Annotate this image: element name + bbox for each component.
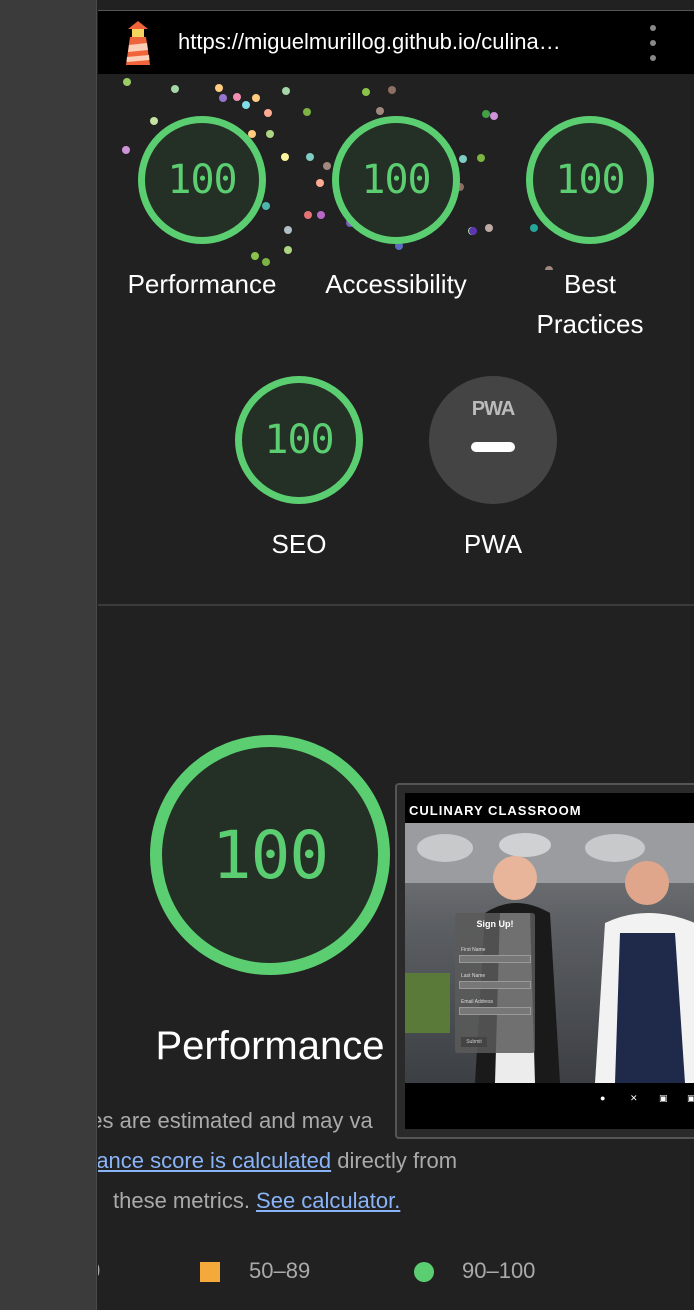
pass-circle-icon bbox=[414, 1262, 434, 1282]
seo-score-label: SEO bbox=[271, 529, 327, 559]
accessibility-score-label: Accessibility bbox=[325, 269, 467, 299]
section-divider bbox=[98, 604, 694, 606]
performance-score-value: 100 bbox=[167, 157, 237, 203]
pwa-not-applicable-dash bbox=[471, 442, 515, 452]
left-sidebar-rail bbox=[0, 0, 97, 1310]
thumbnail-last-name-label: Last Name bbox=[461, 973, 486, 979]
performance-description-line3: these metrics. See calculator. bbox=[113, 1188, 694, 1214]
description-text-3: these metrics. bbox=[113, 1188, 257, 1213]
report-topbar: https://miguelmurillog.github.io/culina… bbox=[98, 10, 694, 74]
pwa-icon: PWA bbox=[471, 398, 516, 420]
seo-score-value: 100 bbox=[264, 417, 334, 463]
description-text-2: directly from bbox=[331, 1148, 458, 1173]
thumbnail-email-label: Email Address bbox=[461, 999, 493, 1005]
average-square-icon bbox=[200, 1262, 220, 1282]
score-calculation-link[interactable]: mance score is calculated bbox=[98, 1148, 331, 1173]
thumbnail-first-name-field bbox=[459, 955, 531, 963]
performance-main-label: Performance bbox=[155, 1024, 385, 1068]
seo-score-gauge[interactable]: 100 bbox=[235, 376, 363, 504]
performance-score-gauge[interactable]: 100 bbox=[138, 116, 266, 244]
best-practices-score-value: 100 bbox=[555, 157, 625, 203]
thumbnail-signup-form: Sign Up! First Name Last Name Email Addr… bbox=[455, 913, 535, 1053]
thumbnail-site-title: CULINARY CLASSROOM bbox=[409, 803, 582, 818]
thumbnail-submit-button: Submit bbox=[461, 1037, 487, 1047]
report-url[interactable]: https://miguelmurillog.github.io/culina… bbox=[178, 29, 613, 55]
best-practices-score-gauge[interactable]: 100 bbox=[526, 116, 654, 244]
final-screenshot-thumbnail[interactable]: CULINARY CLASSROOM Sign Up! First Name L… bbox=[395, 783, 694, 1139]
legend-average-range: 50–89 bbox=[249, 1258, 311, 1283]
thumbnail-form-title: Sign Up! bbox=[476, 919, 514, 929]
thumbnail-chefs-photo bbox=[405, 823, 694, 1083]
description-text-1: ues are estimated and may va bbox=[98, 1108, 373, 1133]
legend-fail-range: 0 bbox=[98, 1258, 100, 1284]
performance-main-score: 100 bbox=[211, 816, 329, 894]
legend-pass-range: 90–100 bbox=[462, 1258, 536, 1283]
thumbnail-first-name-label: First Name bbox=[461, 947, 486, 953]
thumbnail-email-field bbox=[459, 1007, 531, 1015]
see-calculator-link[interactable]: See calculator. bbox=[256, 1188, 400, 1213]
performance-description-line1: ues are estimated and may va bbox=[98, 1108, 694, 1134]
instagram-icon: ▣ bbox=[659, 1093, 668, 1103]
performance-description-line2: mance score is calculated directly from bbox=[98, 1148, 694, 1174]
performance-main-gauge: 100 bbox=[150, 735, 390, 975]
best-practices-score-label: Best Practices bbox=[536, 269, 644, 339]
chefs-illustration bbox=[405, 823, 694, 1083]
x-icon: ✕ bbox=[630, 1093, 638, 1103]
accessibility-score-value: 100 bbox=[361, 157, 431, 203]
screenshot-frame: CULINARY CLASSROOM Sign Up! First Name L… bbox=[405, 793, 694, 1129]
lighthouse-report: https://miguelmurillog.github.io/culina… bbox=[98, 0, 694, 1310]
thumbnail-last-name-field bbox=[459, 981, 531, 989]
accessibility-score-gauge[interactable]: 100 bbox=[332, 116, 460, 244]
lighthouse-icon bbox=[126, 21, 150, 65]
youtube-icon: ▣ bbox=[687, 1093, 694, 1103]
performance-score-label: Performance bbox=[127, 269, 277, 299]
kebab-menu-icon[interactable] bbox=[646, 25, 660, 61]
pwa-label: PWA bbox=[463, 529, 523, 559]
facebook-icon: ● bbox=[600, 1093, 606, 1103]
pwa-badge-gauge[interactable]: PWA bbox=[429, 376, 557, 504]
